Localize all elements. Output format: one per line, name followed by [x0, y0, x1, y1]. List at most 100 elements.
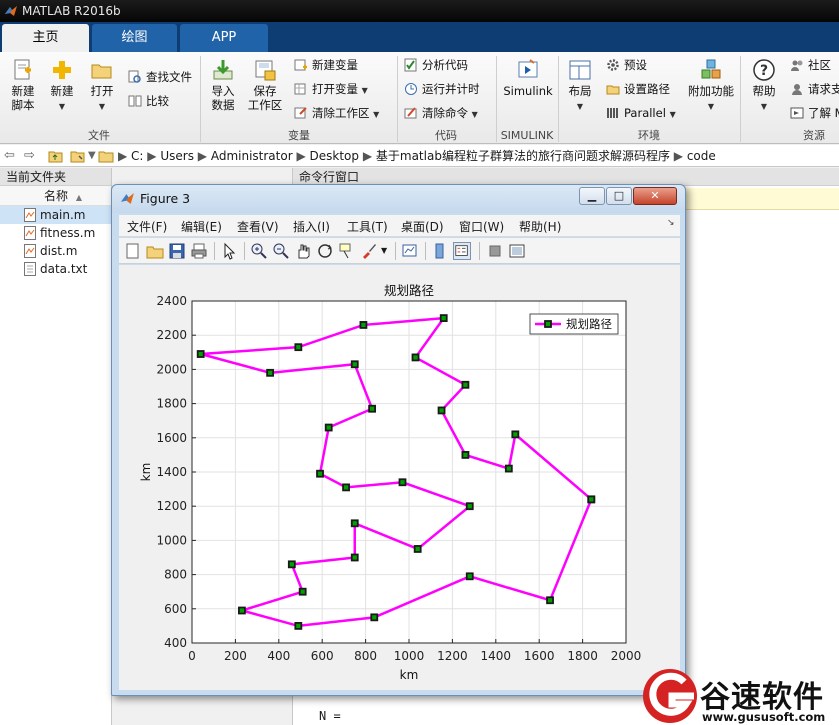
new-figure-icon[interactable] — [124, 242, 142, 260]
open-variable-button[interactable]: 打开变量 ▼ — [294, 80, 368, 98]
show-plot-tools-icon[interactable] — [508, 242, 526, 260]
back-arrow-icon[interactable]: ⇦ — [4, 145, 15, 167]
parallel-button[interactable]: Parallel ▼ — [606, 104, 676, 122]
menu-window[interactable]: 窗口(W) — [459, 218, 504, 235]
name-column-header[interactable]: 名称 ▲ — [0, 186, 111, 206]
tab-plots[interactable]: 绘图 — [92, 24, 177, 52]
menu-edit[interactable]: 编辑(E) — [181, 218, 222, 235]
menu-insert[interactable]: 插入(I) — [293, 218, 330, 235]
colorbar-icon[interactable] — [431, 242, 449, 260]
addons-cubes-icon — [701, 59, 721, 79]
clear-commands-button[interactable]: 清除命令 ▼ — [404, 104, 478, 122]
link-plot-icon[interactable] — [401, 242, 419, 260]
zoom-out-icon[interactable] — [272, 242, 290, 260]
open-variable-icon — [294, 83, 306, 95]
new-button[interactable]: 新建 ▼ — [46, 58, 78, 114]
file-item-data-txt[interactable]: data.txt — [0, 260, 111, 278]
figure-title-bar[interactable]: Figure 3 ▁ □ ✕ — [112, 185, 685, 213]
preferences-button[interactable]: 预设 — [606, 56, 647, 74]
legend-icon[interactable] — [453, 242, 471, 260]
city-marker — [350, 360, 359, 369]
browse-folder-icon[interactable] — [70, 149, 85, 163]
dropdown-arrow-icon[interactable]: ▼ — [381, 242, 399, 260]
find-files-button[interactable]: 查找文件 — [128, 68, 192, 86]
dropdown-arrow-icon[interactable]: ▼ — [88, 145, 96, 167]
brush-icon[interactable] — [360, 242, 378, 260]
breadcrumb-code[interactable]: code — [687, 149, 716, 163]
save-workspace-icon — [255, 60, 276, 81]
save-icon[interactable] — [168, 242, 186, 260]
menu-tools[interactable]: 工具(T) — [347, 218, 388, 235]
y-tick-label: 1400 — [156, 465, 187, 479]
new-variable-button[interactable]: 新建变量 — [294, 56, 358, 74]
breadcrumb-desktop[interactable]: Desktop — [310, 149, 360, 163]
run-and-time-icon — [405, 83, 417, 95]
import-data-button[interactable]: 导入 数据 — [206, 58, 240, 112]
menu-file[interactable]: 文件(F) — [127, 218, 167, 235]
help-button[interactable]: ? 帮助 ▼ — [746, 58, 782, 114]
breadcrumb-drive[interactable]: C: — [131, 149, 143, 163]
community-link[interactable]: 社区 — [790, 56, 831, 74]
city-marker — [294, 343, 303, 352]
legend[interactable]: 规划路径 — [529, 313, 619, 335]
request-support-link[interactable]: 请求支 — [790, 80, 839, 98]
print-icon[interactable] — [190, 242, 208, 260]
pan-hand-icon[interactable] — [294, 242, 312, 260]
figure-window[interactable]: Figure 3 ▁ □ ✕ 文件(F) 编辑(E) 查看(V) 插入(I) 工… — [111, 184, 686, 696]
breadcrumb-users[interactable]: Users — [160, 149, 194, 163]
new-script-button[interactable]: 新建 脚本 — [6, 58, 40, 112]
menu-view[interactable]: 查看(V) — [237, 218, 279, 235]
menu-help[interactable]: 帮助(H) — [519, 218, 561, 235]
run-and-time-button[interactable]: 运行并计时 — [404, 80, 480, 98]
layout-button[interactable]: 布局 ▼ — [564, 58, 596, 114]
watermark-logo-icon — [643, 669, 697, 723]
addons-button[interactable]: 附加功能 ▼ — [688, 58, 734, 114]
open-file-icon[interactable] — [146, 242, 164, 260]
dropdown-arrow-icon: ▼ — [98, 102, 106, 111]
menu-desktop[interactable]: 桌面(D) — [401, 218, 444, 235]
file-item-main-m[interactable]: main.m — [0, 206, 111, 224]
x-tick-label: 600 — [311, 649, 334, 663]
up-folder-icon[interactable] — [48, 149, 63, 163]
city-marker — [439, 314, 448, 322]
simulink-button[interactable]: Simulink — [502, 58, 554, 98]
zoom-in-icon[interactable] — [250, 242, 268, 260]
clear-workspace-button[interactable]: 清除工作区 ▼ — [294, 104, 379, 122]
maximize-button[interactable]: □ — [606, 187, 632, 205]
hide-plot-tools-icon[interactable] — [486, 242, 504, 260]
menu-overflow-icon[interactable]: ↘ — [667, 218, 675, 228]
command-output-line: N = — [319, 709, 341, 723]
y-tick-label: 1200 — [156, 499, 187, 513]
tab-apps[interactable]: APP — [180, 24, 268, 52]
y-tick-label: 1000 — [156, 533, 187, 547]
figure-title: Figure 3 — [140, 191, 191, 206]
breadcrumb-administrator[interactable]: Administrator — [211, 149, 293, 163]
file-item-fitness-m[interactable]: fitness.m — [0, 224, 111, 242]
breadcrumb-project-folder[interactable]: 基于matlab编程粒子群算法的旅行商问题求解源码程序 — [376, 149, 670, 163]
help-icon: ? — [753, 59, 775, 81]
forward-arrow-icon[interactable]: ⇨ — [24, 145, 35, 167]
close-button[interactable]: ✕ — [633, 187, 677, 205]
dropdown-arrow-icon: ▼ — [361, 86, 368, 95]
dropdown-arrow-icon: ▼ — [669, 110, 676, 119]
save-workspace-button[interactable]: 保存 工作区 — [246, 58, 284, 112]
city-marker — [413, 545, 422, 553]
ribbon-tab-bar: 主页 绘图 APP — [0, 22, 839, 52]
data-cursor-icon[interactable] — [338, 242, 356, 260]
learn-matlab-link[interactable]: 了解 M — [790, 104, 839, 122]
y-tick-label: 400 — [164, 636, 187, 650]
city-marker — [465, 502, 474, 511]
minimize-button[interactable]: ▁ — [579, 187, 605, 205]
pointer-arrow-icon[interactable] — [220, 242, 238, 260]
tab-home[interactable]: 主页 — [2, 24, 89, 52]
city-marker — [437, 406, 446, 415]
file-item-dist-m[interactable]: dist.m — [0, 242, 111, 260]
city-marker — [465, 572, 474, 581]
analyze-code-button[interactable]: 分析代码 — [404, 56, 468, 74]
open-button[interactable]: 打开 ▼ — [86, 58, 118, 114]
rotate-3d-icon[interactable] — [316, 242, 334, 260]
x-tick-label: 1000 — [394, 649, 425, 663]
section-divider — [740, 56, 741, 142]
set-path-button[interactable]: 设置路径 — [606, 80, 670, 98]
compare-button[interactable]: 比较 — [128, 92, 169, 110]
